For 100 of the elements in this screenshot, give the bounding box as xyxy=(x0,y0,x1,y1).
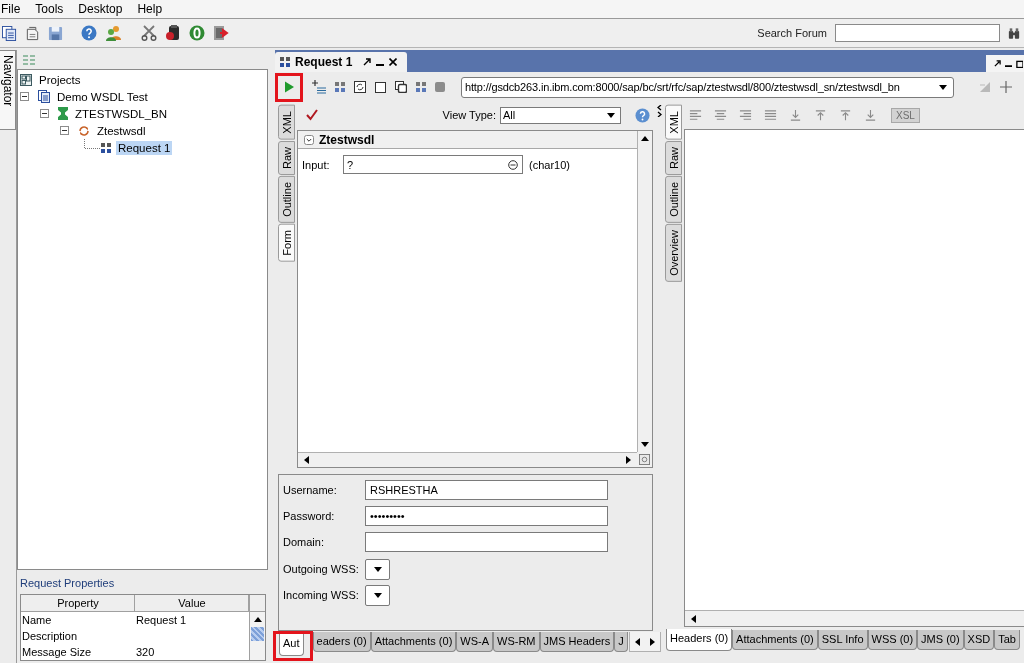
side-tab[interactable]: XML xyxy=(665,105,682,140)
add-list-icon[interactable] xyxy=(312,80,326,94)
tree-item[interactable]: Ztestwsdl xyxy=(95,123,148,138)
horizontal-scrollbar[interactable] xyxy=(298,452,637,467)
left-arrow-icon[interactable] xyxy=(304,456,309,464)
menu-item[interactable]: File xyxy=(1,1,21,17)
expander-icon[interactable] xyxy=(20,92,29,101)
door-arrow-icon[interactable] xyxy=(213,25,229,41)
corner-square-icon[interactable] xyxy=(639,454,650,465)
tab[interactable]: WSS (0) xyxy=(867,630,918,650)
up-arrow-icon[interactable] xyxy=(253,617,262,622)
letter-grid-icon[interactable] xyxy=(335,82,345,92)
search-field[interactable] xyxy=(835,24,1000,42)
up-arrow-icon[interactable] xyxy=(641,136,649,141)
navigator-tab[interactable]: Navigator xyxy=(0,50,16,130)
input-field[interactable]: RSHRESTHA xyxy=(365,480,608,500)
window-tab[interactable] xyxy=(986,55,1024,72)
right-arrow-icon[interactable] xyxy=(649,637,655,646)
users-icon[interactable] xyxy=(105,25,123,41)
square-arrows-icon[interactable] xyxy=(354,81,366,93)
input-field[interactable] xyxy=(365,532,608,552)
tab[interactable]: WS-A xyxy=(456,632,494,652)
tab[interactable]: SSL Info xyxy=(817,630,868,650)
menu-item[interactable]: Help xyxy=(137,1,163,17)
side-tab[interactable]: Outline xyxy=(278,175,295,223)
tree-item[interactable]: ZTESTWSDL_BN xyxy=(73,106,169,121)
pin-arrow-icon[interactable] xyxy=(994,60,1001,67)
tab[interactable]: WS-RM xyxy=(493,632,540,652)
justify-icon[interactable] xyxy=(764,109,777,122)
scissors-icon[interactable] xyxy=(141,25,157,41)
copy-icon[interactable] xyxy=(395,81,407,93)
check-icon[interactable] xyxy=(306,109,318,121)
expander-icon[interactable] xyxy=(60,126,69,135)
close-icon[interactable] xyxy=(389,58,398,66)
caret-icon[interactable] xyxy=(373,592,382,598)
arrow-down-bar-icon[interactable] xyxy=(789,109,802,122)
help-icon[interactable] xyxy=(635,107,650,123)
tab[interactable]: JMS Headers xyxy=(539,632,615,652)
square-icon[interactable] xyxy=(375,81,386,93)
side-tab[interactable]: Raw xyxy=(665,140,682,175)
caret-icon[interactable] xyxy=(939,84,947,90)
align-left-icon[interactable] xyxy=(689,109,702,122)
arrow-down-bar-icon[interactable] xyxy=(864,109,877,122)
side-tab[interactable]: XML xyxy=(278,105,295,140)
tree-item[interactable]: Projects xyxy=(37,72,83,87)
scroll-thumb[interactable] xyxy=(251,627,264,641)
vertical-scrollbar[interactable] xyxy=(637,131,652,452)
right-arrow-icon[interactable] xyxy=(626,456,631,464)
tree-item[interactable]: Demo WSDL Test xyxy=(55,89,150,104)
collapse-arrows-icon[interactable] xyxy=(656,105,662,117)
caret-icon[interactable] xyxy=(373,566,382,572)
side-tab[interactable]: Form xyxy=(278,223,295,262)
dropdown[interactable] xyxy=(365,558,390,580)
minus-circle-icon[interactable] xyxy=(508,159,518,170)
tab[interactable]: Attachments (0) xyxy=(370,632,457,652)
tab[interactable]: eaders (0) xyxy=(312,632,371,652)
tree-item[interactable]: Request 1 xyxy=(116,140,173,155)
tab[interactable]: Aut xyxy=(279,634,304,656)
caret-icon[interactable] xyxy=(607,112,615,118)
side-tab[interactable]: Raw xyxy=(278,140,295,175)
editor-tab[interactable]: Request 1 xyxy=(275,52,408,72)
tab[interactable]: XSD xyxy=(963,630,995,650)
tab[interactable]: Tab xyxy=(994,630,1020,650)
url-combobox[interactable]: http://gsdcb263.in.ibm.com:8000/sap/bc/srt/rfc/sap/ztestwsdl/800/ztestwsdl_sn/ztestwsdl_bn xyxy=(461,76,954,98)
left-arrow-icon[interactable] xyxy=(634,637,640,646)
input-field[interactable]: ? xyxy=(343,155,523,174)
save-icon[interactable] xyxy=(48,25,63,41)
expander-icon[interactable] xyxy=(40,109,49,118)
play-icon[interactable] xyxy=(284,81,294,93)
page-icon[interactable] xyxy=(25,25,40,41)
menu-item[interactable]: Desktop xyxy=(78,1,123,17)
plus-icon[interactable] xyxy=(1000,81,1012,93)
binoculars-icon[interactable] xyxy=(1008,26,1020,40)
dropdown[interactable] xyxy=(365,584,390,606)
pin-arrow-icon[interactable] xyxy=(363,58,372,66)
letter-grid-icon[interactable] xyxy=(416,82,426,92)
document-stack-icon[interactable] xyxy=(2,25,17,41)
column-header[interactable]: Property xyxy=(21,595,135,611)
view-type-dropdown[interactable]: All xyxy=(500,106,621,124)
chevron-box-icon[interactable] xyxy=(304,134,314,145)
arrow-up-bar-icon[interactable] xyxy=(814,109,827,122)
left-arrow-icon[interactable] xyxy=(691,614,696,623)
tab[interactable]: J xyxy=(614,632,628,652)
jar-icon[interactable] xyxy=(165,25,181,41)
arrow-up-bar-icon[interactable] xyxy=(839,109,852,122)
side-tab[interactable]: Outline xyxy=(665,175,682,223)
help-icon[interactable] xyxy=(81,25,97,41)
vertical-scrollbar[interactable] xyxy=(249,595,265,660)
horizontal-scrollbar[interactable] xyxy=(685,610,1024,626)
ring-icon[interactable] xyxy=(189,25,205,41)
align-right-icon[interactable] xyxy=(739,109,752,122)
input-field[interactable]: ••••••••• xyxy=(365,506,608,526)
maximize-icon[interactable] xyxy=(1016,59,1023,68)
down-arrow-icon[interactable] xyxy=(641,442,649,447)
align-center-icon[interactable] xyxy=(714,109,727,122)
menu-item[interactable]: Tools xyxy=(35,1,64,17)
tab[interactable]: Attachments (0) xyxy=(732,630,818,650)
tab[interactable]: JMS (0) xyxy=(917,630,964,650)
tab[interactable]: Headers (0) xyxy=(666,629,733,651)
side-tab[interactable]: Overview xyxy=(665,223,682,282)
